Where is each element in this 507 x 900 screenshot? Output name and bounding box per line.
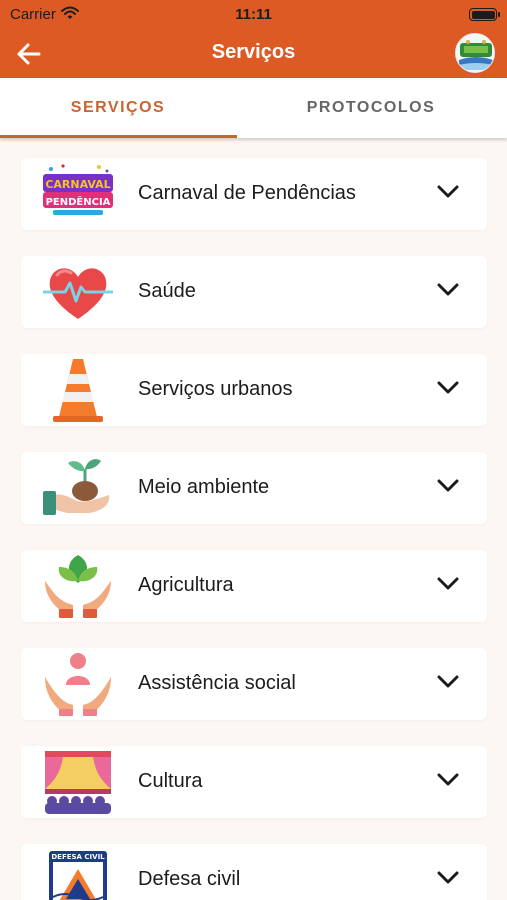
chevron-down-icon <box>437 185 459 198</box>
carnaval-logo-icon: CARNAVAL PENDÊNCIA <box>43 161 113 227</box>
avatar[interactable] <box>455 33 495 73</box>
traffic-cone-icon <box>43 357 113 423</box>
sprout-hand-icon <box>43 455 113 521</box>
services-list: CARNAVAL PENDÊNCIA Carnaval de Pendência… <box>0 138 507 900</box>
service-item-defesa-civil[interactable]: DEFESA CIVIL Defesa civil <box>21 844 487 900</box>
chevron-down-icon <box>437 577 459 590</box>
heart-pulse-icon <box>43 259 113 325</box>
service-item-meio-ambiente[interactable]: Meio ambiente <box>21 452 487 524</box>
city-emblem-icon <box>456 34 494 72</box>
service-label: Agricultura <box>138 574 234 596</box>
chevron-down-icon <box>437 479 459 492</box>
service-item-cultura[interactable]: Cultura <box>21 746 487 818</box>
civil-defense-icon: DEFESA CIVIL <box>43 847 113 900</box>
chevron-down-icon <box>437 381 459 394</box>
theater-icon <box>43 749 113 815</box>
carnaval-logo-line1: CARNAVAL <box>45 178 110 191</box>
service-item-agricultura[interactable]: Agricultura <box>21 550 487 622</box>
tab-protocolos[interactable]: PROTOCOLOS <box>253 78 489 138</box>
chevron-down-icon <box>437 773 459 786</box>
page-title: Serviços <box>211 41 296 63</box>
tab-bar: SERVIÇOS PROTOCOLOS <box>0 78 507 138</box>
service-item-servicos-urbanos[interactable]: Serviços urbanos <box>21 354 487 426</box>
battery-icon <box>469 8 500 21</box>
person-hands-icon <box>43 651 113 717</box>
service-label: Cultura <box>138 770 203 792</box>
chevron-down-icon <box>437 675 459 688</box>
tab-servicos[interactable]: SERVIÇOS <box>0 78 236 138</box>
status-bar: Carrier 11:11 <box>0 0 507 30</box>
service-item-assistencia-social[interactable]: Assistência social <box>21 648 487 720</box>
active-tab-indicator <box>0 135 237 138</box>
service-label: Defesa civil <box>138 868 241 890</box>
service-label: Saúde <box>138 280 196 302</box>
defesa-civil-logo-text: DEFESA CIVIL <box>51 853 105 861</box>
service-label: Serviços urbanos <box>138 378 293 400</box>
service-label: Meio ambiente <box>138 476 270 498</box>
app-bar: Serviços <box>0 30 507 78</box>
service-label: Assistência social <box>138 672 296 694</box>
leaf-hands-icon <box>43 553 113 619</box>
carnaval-logo-line2: PENDÊNCIA <box>46 195 111 208</box>
chevron-down-icon <box>437 283 459 296</box>
service-label: Carnaval de Pendências <box>138 182 356 204</box>
clock-time: 11:11 <box>235 6 272 23</box>
service-item-carnaval[interactable]: CARNAVAL PENDÊNCIA Carnaval de Pendência… <box>21 158 487 230</box>
chevron-down-icon <box>437 871 459 884</box>
service-item-saude[interactable]: Saúde <box>21 256 487 328</box>
